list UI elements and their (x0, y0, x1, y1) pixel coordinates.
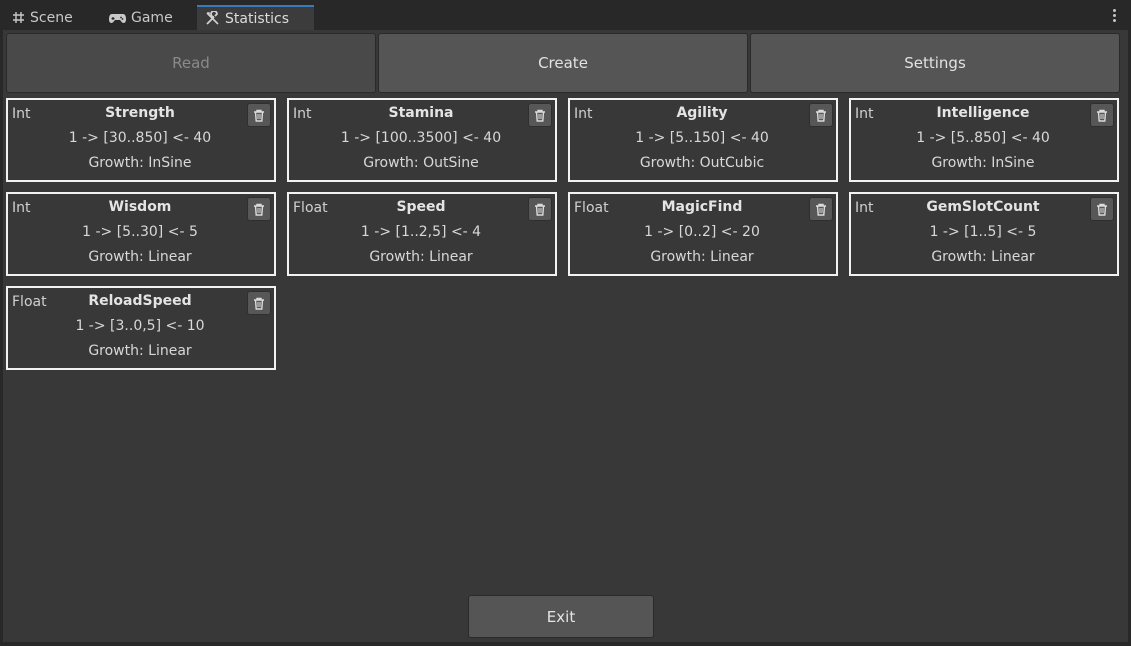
trash-icon (535, 109, 545, 122)
stat-name: Stamina (388, 105, 454, 121)
stat-name: Wisdom (108, 199, 172, 215)
settings-button[interactable]: Settings (750, 33, 1120, 93)
trash-icon (254, 109, 264, 122)
stat-range: 1 -> [5..150] <- 40 (635, 130, 769, 146)
stat-growth: Growth: Linear (88, 249, 192, 265)
tab-scene-label: Scene (30, 9, 73, 26)
delete-button[interactable] (247, 197, 271, 221)
create-button[interactable]: Create (378, 33, 748, 93)
trash-icon (816, 203, 826, 216)
editor-window: Scene Game Statistics Read Create Settin… (0, 0, 1131, 646)
stat-card: Int Intelligence 1 -> [5..850] <- 40 Gro… (849, 98, 1119, 182)
stat-range: 1 -> [100..3500] <- 40 (340, 130, 502, 146)
tab-statistics-label: Statistics (225, 10, 289, 27)
tab-scene[interactable]: Scene (0, 5, 95, 30)
stat-growth: Growth: OutCubic (639, 155, 765, 171)
stat-card: Float Speed 1 -> [1..2,5] <- 4 Growth: L… (287, 192, 557, 276)
read-button[interactable]: Read (6, 33, 376, 93)
stat-card: Float MagicFind 1 -> [0..2] <- 20 Growth… (568, 192, 838, 276)
tab-game[interactable]: Game (97, 5, 195, 30)
exit-button[interactable]: Exit (468, 595, 654, 638)
stat-range: 1 -> [1..5] <- 5 (929, 224, 1037, 240)
delete-button[interactable] (247, 291, 271, 315)
stat-card: Int Stamina 1 -> [100..3500] <- 40 Growt… (287, 98, 557, 182)
trash-icon (1097, 203, 1107, 216)
stat-name: MagicFind (661, 199, 743, 215)
stat-name: ReloadSpeed (88, 293, 192, 309)
tab-statistics[interactable]: Statistics (197, 5, 314, 30)
grid-icon (12, 11, 25, 24)
stat-name: Speed (396, 199, 446, 215)
stat-card: Int Agility 1 -> [5..150] <- 40 Growth: … (568, 98, 838, 182)
stat-growth: Growth: Linear (369, 249, 473, 265)
stat-range: 1 -> [5..850] <- 40 (916, 130, 1050, 146)
stat-range: 1 -> [5..30] <- 5 (82, 224, 198, 240)
delete-button[interactable] (247, 103, 271, 127)
stat-growth: Growth: InSine (931, 155, 1035, 171)
stat-growth: Growth: Linear (650, 249, 754, 265)
stat-name: Intelligence (936, 105, 1030, 121)
trash-icon (254, 297, 264, 310)
stat-range: 1 -> [1..2,5] <- 4 (360, 224, 482, 240)
stat-range: 1 -> [0..2] <- 20 (644, 224, 760, 240)
delete-button[interactable] (1090, 103, 1114, 127)
stat-card: Int GemSlotCount 1 -> [1..5] <- 5 Growth… (849, 192, 1119, 276)
stat-growth: Growth: Linear (88, 343, 192, 359)
stat-card: Int Wisdom 1 -> [5..30] <- 5 Growth: Lin… (6, 192, 276, 276)
gamepad-icon (109, 12, 126, 24)
more-options-icon[interactable] (1113, 9, 1117, 24)
delete-button[interactable] (1090, 197, 1114, 221)
delete-button[interactable] (809, 197, 833, 221)
stat-growth: Growth: InSine (88, 155, 192, 171)
stat-name: Agility (676, 105, 728, 121)
trash-icon (1097, 109, 1107, 122)
stat-range: 1 -> [3..0,5] <- 10 (75, 318, 205, 334)
trash-icon (816, 109, 826, 122)
tools-icon (205, 11, 220, 26)
trash-icon (535, 203, 545, 216)
stat-name: GemSlotCount (926, 199, 1040, 215)
stat-growth: Growth: Linear (931, 249, 1035, 265)
stat-growth: Growth: OutSine (363, 155, 479, 171)
trash-icon (254, 203, 264, 216)
tab-bar: Scene Game Statistics (0, 0, 1131, 30)
stat-card: Int Strength 1 -> [30..850] <- 40 Growth… (6, 98, 276, 182)
delete-button[interactable] (528, 197, 552, 221)
delete-button[interactable] (809, 103, 833, 127)
delete-button[interactable] (528, 103, 552, 127)
stat-range: 1 -> [30..850] <- 40 (68, 130, 212, 146)
tab-game-label: Game (131, 9, 173, 26)
statistics-panel: Read Create Settings Int Strength 1 -> [… (3, 30, 1128, 642)
stat-card: Float ReloadSpeed 1 -> [3..0,5] <- 10 Gr… (6, 286, 276, 370)
stat-name: Strength (105, 105, 175, 121)
